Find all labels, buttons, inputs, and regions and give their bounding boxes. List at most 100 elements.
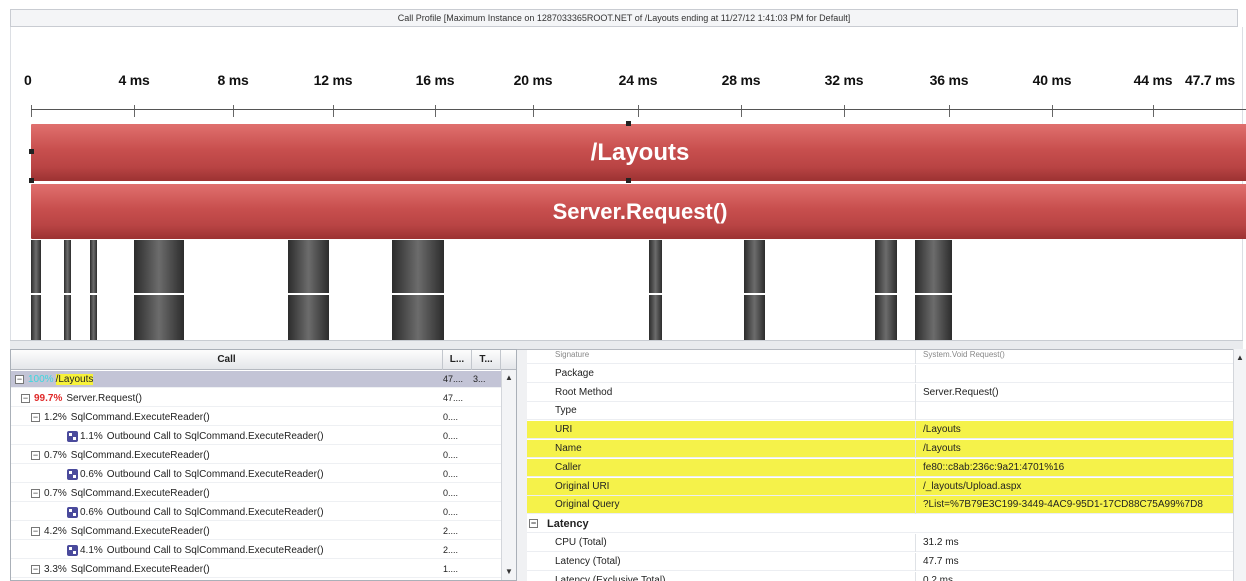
scroll-down-icon[interactable]: ▼ — [504, 567, 514, 577]
sql-call-bar[interactable] — [134, 240, 184, 348]
call-tree-row[interactable]: −0.7% SqlCommand.ExecuteReader() 0.... — [11, 485, 501, 502]
property-name: Caller — [555, 461, 582, 473]
call-name: Outbound Call to SqlCommand.ExecuteReade… — [106, 545, 324, 556]
server-request-call-bar[interactable]: Server.Request() — [31, 184, 1246, 239]
column-header-total[interactable]: T... — [472, 350, 501, 370]
call-tree-row[interactable]: −3.3% SqlCommand.ExecuteReader() 1.... — [11, 561, 501, 578]
time-tick-label: 40 ms — [1032, 72, 1072, 88]
collapse-icon[interactable]: − — [31, 526, 40, 536]
property-name: Signature — [555, 350, 590, 359]
property-name: Latency (Total) — [555, 555, 621, 567]
property-value: System.Void Request() — [923, 350, 1005, 359]
property-value: /_layouts/Upload.aspx — [923, 480, 1022, 492]
property-row[interactable]: Caller fe80::c8ab:236c:9a21:4701%16 — [527, 458, 1246, 477]
time-tick-mark — [741, 105, 742, 117]
column-divider — [915, 402, 916, 421]
latency-cell: 0.... — [443, 412, 459, 422]
panel-splitter[interactable] — [10, 340, 1243, 349]
property-row[interactable]: URI/Layouts — [527, 421, 1246, 440]
call-tree-row[interactable]: −4.2% SqlCommand.ExecuteReader() 2.... — [11, 523, 501, 540]
call-tree-row[interactable]: −1.2% SqlCommand.ExecuteReader() 0.... — [11, 409, 501, 426]
column-header-call[interactable]: Call — [11, 350, 443, 370]
property-row[interactable]: Signature System.Void Request() — [527, 350, 1246, 364]
property-name: Latency — [547, 518, 589, 531]
property-row[interactable]: Package — [527, 364, 1246, 383]
call-name: SqlCommand.ExecuteReader() — [70, 564, 210, 575]
call-profile-title: Call Profile [Maximum Instance on 128703… — [10, 9, 1238, 27]
call-tree-row[interactable]: 0.6% Outbound Call to SqlCommand.ExecuteR… — [11, 466, 501, 483]
column-divider — [915, 350, 916, 364]
property-name: Root Method — [555, 386, 613, 398]
property-row[interactable]: Name/Layouts — [527, 440, 1246, 458]
collapse-icon[interactable]: − — [15, 374, 24, 384]
time-tick-label: 16 ms — [415, 72, 455, 88]
call-tree-row[interactable]: 1.1% Outbound Call to SqlCommand.ExecuteR… — [11, 428, 501, 445]
collapse-icon[interactable]: − — [31, 564, 40, 574]
time-tick-label: 47.7 ms — [1185, 72, 1235, 88]
sql-call-bar[interactable] — [915, 240, 952, 348]
column-divider — [915, 383, 916, 402]
property-row[interactable]: Latency (Exclusive Total) 0.2 ms — [527, 571, 1246, 581]
property-row[interactable]: Type — [527, 402, 1246, 421]
collapse-icon[interactable]: − — [529, 519, 538, 529]
property-row[interactable]: Latency (Total) 47.7 ms — [527, 552, 1246, 571]
time-axis-line — [31, 109, 1246, 110]
sql-call-bar[interactable] — [392, 240, 444, 348]
collapse-icon[interactable]: − — [31, 488, 40, 498]
outbound-call-icon — [67, 506, 78, 518]
time-tick-label: 0 — [24, 72, 32, 88]
collapse-icon[interactable]: − — [31, 450, 40, 460]
call-tree-row[interactable]: −99.7% Server.Request() 47.... — [11, 390, 501, 407]
call-name: SqlCommand.ExecuteReader() — [70, 526, 210, 537]
property-value: 31.2 ms — [923, 537, 959, 548]
call-profile-timeline: 0 4 ms 8 ms 12 ms 16 ms 20 ms 24 ms 28 ms 32 ms 3… — [10, 27, 1246, 348]
property-row[interactable]: Original URI /_layouts/Upload.aspx — [527, 477, 1246, 496]
call-name: SqlCommand.ExecuteReader() — [70, 412, 210, 423]
properties-scrollbar[interactable]: ▲ — [1233, 349, 1246, 581]
property-row[interactable]: Original Query ?List=%7B79E3C199-3449-4AC… — [527, 496, 1246, 515]
property-value: /Layouts — [923, 443, 961, 454]
call-name: /Layouts — [55, 374, 94, 385]
call-cell: −4.2% SqlCommand.ExecuteReader() — [31, 523, 210, 540]
properties-gutter — [517, 350, 527, 581]
time-tick-mark — [1153, 105, 1154, 117]
call-tree-row[interactable]: −0.7% SqlCommand.ExecuteReader() 0.... — [11, 447, 501, 464]
sql-call-bar[interactable] — [744, 240, 765, 348]
property-category[interactable]: − Latency — [527, 515, 1246, 534]
time-tick-mark — [533, 105, 534, 117]
layouts-call-bar[interactable]: /Layouts — [31, 124, 1246, 181]
property-row[interactable]: Root Method Server.Request() — [527, 383, 1246, 402]
collapse-icon[interactable]: − — [21, 393, 30, 403]
time-tick-label: 44 ms — [1133, 72, 1173, 88]
call-tree-row[interactable]: −100%/Layouts 47.... 3... — [11, 371, 501, 388]
sql-call-bar[interactable] — [288, 240, 329, 348]
column-divider — [915, 477, 916, 496]
column-header-latency[interactable]: L... — [443, 350, 472, 370]
bar-resize-handle[interactable] — [626, 178, 631, 183]
latency-cell: 2.... — [443, 526, 459, 536]
scroll-up-icon[interactable]: ▲ — [504, 373, 514, 383]
call-cell: −99.7% Server.Request() — [21, 390, 142, 407]
call-tree-row[interactable]: 0.6% Outbound Call to SqlCommand.ExecuteR… — [11, 504, 501, 521]
property-row[interactable]: CPU (Total) 31.2 ms — [527, 534, 1246, 552]
bar-resize-handle[interactable] — [29, 149, 34, 154]
call-percent: 0.6% — [80, 507, 103, 518]
sql-call-bar[interactable] — [31, 240, 41, 348]
scroll-up-icon[interactable]: ▲ — [1235, 353, 1245, 363]
sql-call-bar[interactable] — [875, 240, 897, 348]
call-cell: −1.2% SqlCommand.ExecuteReader() — [31, 409, 210, 426]
sql-call-bar[interactable] — [649, 240, 662, 348]
call-percent: 0.6% — [80, 469, 103, 480]
collapse-icon[interactable]: − — [31, 412, 40, 422]
call-tree-scrollbar[interactable]: ▲ ▼ — [501, 370, 516, 580]
sql-call-bar[interactable] — [64, 240, 71, 348]
bar-resize-handle[interactable] — [29, 178, 34, 183]
property-name: Original URI — [555, 480, 610, 492]
sql-call-bar[interactable] — [90, 240, 97, 348]
property-name: URI — [555, 424, 573, 436]
call-tree-row[interactable]: 4.1% Outbound Call to SqlCommand.ExecuteR… — [11, 542, 501, 559]
time-tick-mark — [638, 105, 639, 117]
time-tick-label: 36 ms — [929, 72, 969, 88]
latency-cell: 0.... — [443, 450, 459, 460]
bar-resize-handle[interactable] — [626, 121, 631, 126]
